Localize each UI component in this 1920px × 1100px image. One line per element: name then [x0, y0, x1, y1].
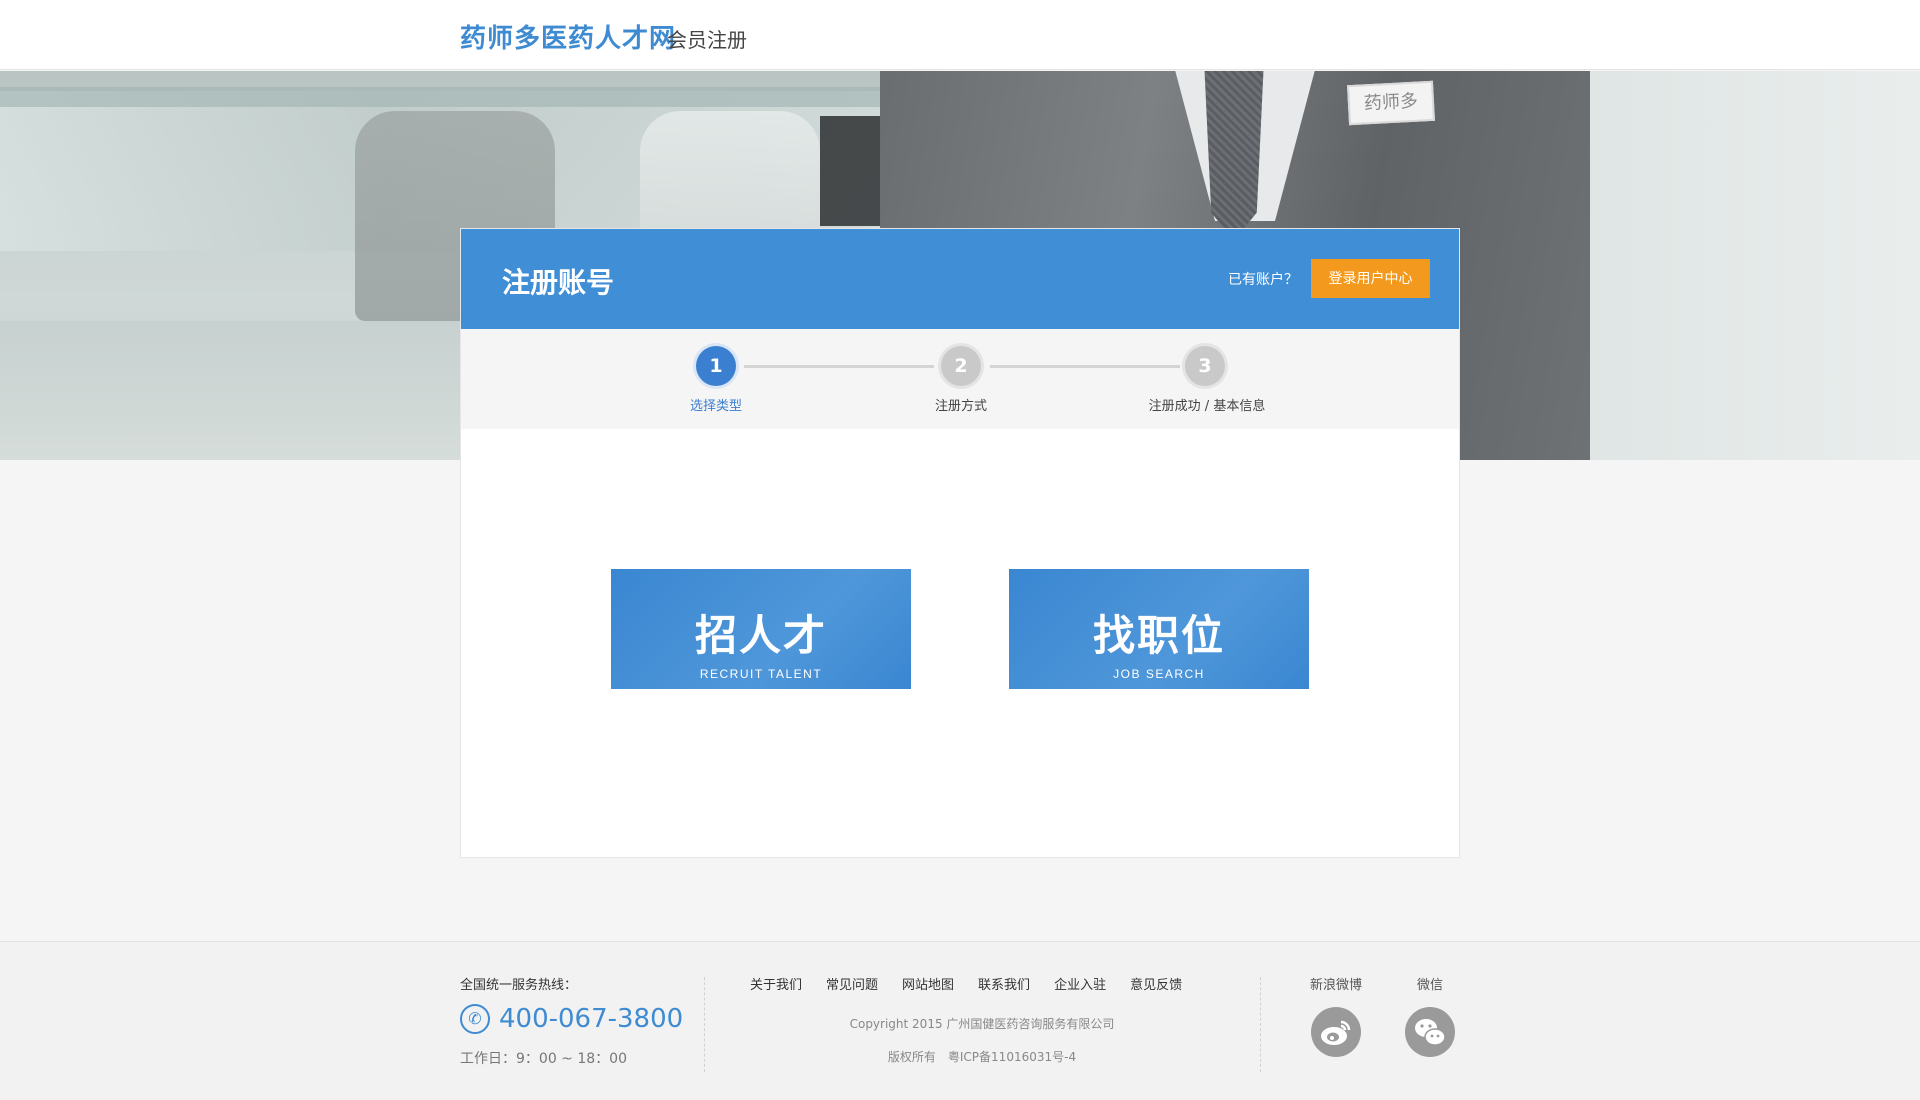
step-2-label: 注册方式 [934, 399, 988, 414]
have-account-text: 已有账户？ [1228, 272, 1298, 288]
job-search-button[interactable]: 找职位 JOB SEARCH [1009, 569, 1309, 689]
recruit-talent-button[interactable]: 招人才 RECRUIT TALENT [611, 569, 911, 689]
work-hours: 工作日：9：00 ~ 18：00 [460, 1051, 627, 1067]
weibo-label: 新浪微博 [1309, 978, 1363, 993]
footer-link-sitemap[interactable]: 网站地图 [902, 974, 954, 993]
footer-link-contact[interactable]: 联系我们 [978, 974, 1030, 993]
card-header: 注册账号 已有账户？ 登录用户中心 [461, 229, 1459, 329]
footer-links: 关于我们 常见问题 网站地图 联系我们 企业入驻 意见反馈 [750, 974, 1206, 993]
recruit-talent-subtitle: RECRUIT TALENT [699, 666, 823, 681]
top-header: 药师多医药人才网 会员注册 [0, 0, 1920, 70]
icp-text: 版权所有 粤ICP备11016031号-4 [887, 1050, 1077, 1064]
footer-link-about[interactable]: 关于我们 [750, 974, 802, 993]
job-search-title: 找职位 [1092, 611, 1225, 659]
site-logo[interactable]: 药师多医药人才网 [460, 18, 676, 55]
recruit-talent-title: 招人才 [694, 611, 827, 659]
footer-link-feedback[interactable]: 意见反馈 [1130, 974, 1182, 993]
wechat-icon[interactable] [1405, 1007, 1455, 1057]
copyright-text: Copyright 2015 广州国健医药咨询服务有限公司 [849, 1017, 1115, 1031]
phone-icon: ✆ [460, 1004, 490, 1034]
footer: 全国统一服务热线： ✆ 400-067-3800 工作日：9：00 ~ 18：0… [0, 941, 1920, 1100]
step-1-circle: 1 [696, 346, 736, 386]
card-title: 注册账号 [502, 266, 615, 299]
weibo-icon[interactable] [1311, 1007, 1361, 1057]
page-subtitle: 会员注册 [667, 28, 747, 52]
register-card: 注册账号 已有账户？ 登录用户中心 1 2 3 选择类型 注册方式 注册成功 /… [460, 228, 1460, 858]
step-connector-2 [990, 365, 1180, 368]
footer-divider-left [704, 977, 705, 1072]
footer-link-enterprise[interactable]: 企业入驻 [1054, 974, 1106, 993]
hero-wall [1580, 71, 1920, 460]
step-2-circle: 2 [941, 346, 981, 386]
footer-link-faq[interactable]: 常见问题 [826, 974, 878, 993]
step-progress: 1 2 3 选择类型 注册方式 注册成功 / 基本信息 [461, 329, 1459, 429]
login-center-button[interactable]: 登录用户中心 [1311, 259, 1430, 298]
footer-divider-right [1260, 977, 1261, 1072]
hero-rail [0, 87, 960, 107]
step-3-label: 注册成功 / 基本信息 [1148, 399, 1266, 414]
hotline-label: 全国统一服务热线： [460, 978, 578, 993]
wechat-label: 微信 [1416, 978, 1444, 993]
hotline-number: 400-067-3800 [499, 1004, 684, 1034]
step-connector-1 [744, 365, 934, 368]
name-badge: 药师多 [1347, 80, 1435, 126]
step-1-label: 选择类型 [689, 399, 743, 414]
step-3-circle: 3 [1185, 346, 1225, 386]
job-search-subtitle: JOB SEARCH [1113, 666, 1205, 681]
